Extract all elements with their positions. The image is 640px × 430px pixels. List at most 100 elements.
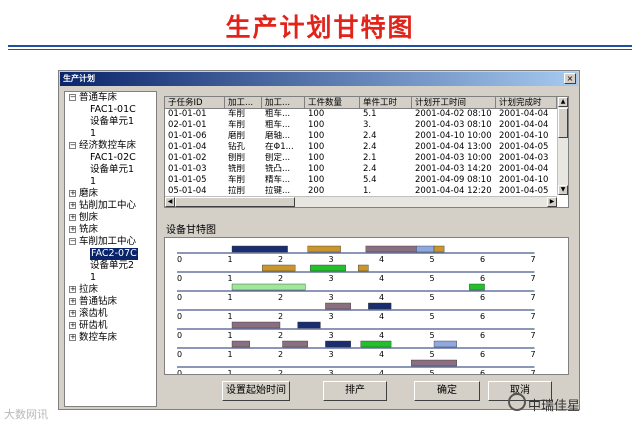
tree-item-label: 1 — [90, 128, 97, 139]
tree-item[interactable]: 1 — [65, 176, 156, 188]
scroll-up-arrow-icon[interactable]: ▲ — [558, 97, 568, 107]
column-header[interactable]: 单件工时 — [360, 97, 412, 109]
table-cell: 100 — [308, 153, 325, 163]
table-row[interactable]: 01-01-05 车削 精车... 100 5.4 2001-04-09 08:10 200… — [165, 175, 557, 186]
collapse-icon[interactable]: − — [69, 142, 76, 149]
expand-icon[interactable]: + — [69, 298, 76, 305]
tree-item[interactable]: FAC2-07C — [65, 248, 156, 260]
expand-icon[interactable]: + — [69, 334, 76, 341]
collapse-icon[interactable]: − — [69, 94, 76, 101]
gantt-task-bar[interactable] — [365, 245, 417, 253]
hscroll-thumb[interactable] — [175, 197, 295, 207]
table-row[interactable]: 01-01-01 车削 粗车... 100 5.1 2001-04-02 08:10 200… — [165, 109, 557, 120]
task-table[interactable]: 子任务ID 加工... 加工... 工件数量 单件工时 计划开工时间 计划完成时 01-01… — [164, 96, 569, 208]
table-row[interactable]: 02-01-01 车削 粗车... 100 3. 2001-04-03 08:10 2001… — [165, 120, 557, 131]
gantt-task-bar[interactable] — [282, 340, 308, 348]
tree-item[interactable]: 1 — [65, 272, 156, 284]
tree-item[interactable]: + 刨床 — [65, 212, 156, 224]
gantt-tick-label: 7 — [531, 293, 536, 302]
tree-item[interactable]: − 普通车床 — [65, 92, 156, 104]
tree-item[interactable]: + 滚齿机 — [65, 308, 156, 320]
gantt-tick-label: 5 — [430, 255, 435, 264]
column-header[interactable]: 计划开工时间 — [412, 97, 496, 109]
expand-icon[interactable]: + — [69, 226, 76, 233]
gantt-task-bar[interactable] — [297, 321, 321, 329]
gantt-task-bar[interactable] — [325, 302, 351, 310]
tree-item[interactable]: 设备单元1 — [65, 116, 156, 128]
vertical-scrollbar[interactable]: ▲ ▼ — [557, 97, 568, 195]
scroll-down-arrow-icon[interactable]: ▼ — [558, 185, 568, 195]
gantt-task-bar[interactable] — [310, 264, 346, 272]
scroll-right-arrow-icon[interactable]: ▶ — [547, 197, 557, 207]
set-start-time-button[interactable]: 设置起始时间 — [222, 381, 290, 401]
gantt-task-bar[interactable] — [325, 340, 351, 348]
gantt-task-bar[interactable] — [469, 283, 485, 291]
gantt-tick-label: 7 — [531, 331, 536, 340]
table-row[interactable]: 01-01-02 刨削 刨定... 100 2.1 2001-04-03 10:00 200… — [165, 153, 557, 164]
table-row[interactable]: 01-01-03 铣削 铣凸... 100 2.4 2001-04-03 14:20 200… — [165, 164, 557, 175]
horizontal-scrollbar[interactable]: ◀ ▶ — [165, 196, 557, 207]
gantt-tick-label: 4 — [379, 331, 384, 340]
table-cell: 刨定... — [265, 153, 291, 163]
schedule-button[interactable]: 排产 — [323, 381, 387, 401]
gantt-task-bar[interactable] — [433, 340, 457, 348]
table-cell: 2001-04-09 08:10 — [415, 175, 492, 185]
gantt-task-bar[interactable] — [231, 340, 250, 348]
column-header[interactable]: 子任务ID — [165, 97, 225, 109]
table-cell: 2001-04-05 — [499, 142, 549, 152]
expand-icon[interactable]: + — [69, 310, 76, 317]
table-cell: 车削 — [228, 120, 246, 130]
table-row[interactable]: 01-01-06 磨削 磨轴... 100 2.4 2001-04-10 10:00 200… — [165, 131, 557, 142]
scroll-thumb[interactable] — [558, 108, 568, 138]
tree-item[interactable]: FAC1-01C — [65, 104, 156, 116]
tree-item[interactable]: − 经济数控车床 — [65, 140, 156, 152]
gantt-tick-label: 4 — [379, 274, 384, 283]
ok-button[interactable]: 确定 — [414, 381, 480, 401]
column-header[interactable]: 加工... — [262, 97, 305, 109]
gantt-task-bar[interactable] — [307, 245, 341, 253]
gantt-tick-label: 5 — [430, 274, 435, 283]
tree-item[interactable]: 设备单元2 — [65, 260, 156, 272]
equipment-tree[interactable]: − 普通车床 FAC1-01C 设备单元1 1− 经济数控车床 FAC1-02C 设备单元1 1… — [64, 91, 157, 407]
window-titlebar[interactable]: 生产计划 × — [60, 72, 578, 86]
table-row[interactable]: 01-01-04 钻孔 在Φ1... 100 2.4 2001-04-04 13:00 20… — [165, 142, 557, 153]
tree-item[interactable]: + 普通钻床 — [65, 296, 156, 308]
gantt-task-bar[interactable] — [368, 302, 392, 310]
gantt-task-bar[interactable] — [231, 245, 288, 253]
gantt-tick-label: 2 — [278, 274, 283, 283]
table-cell: 2.1 — [363, 153, 377, 163]
tree-item[interactable]: + 研齿机 — [65, 320, 156, 332]
gantt-task-bar[interactable] — [231, 283, 306, 291]
collapse-icon[interactable]: − — [69, 238, 76, 245]
column-header[interactable]: 加工... — [225, 97, 262, 109]
tree-item[interactable]: + 拉床 — [65, 284, 156, 296]
column-header[interactable]: 工件数量 — [305, 97, 360, 109]
tree-item[interactable]: + 数控车床 — [65, 332, 156, 344]
close-button[interactable]: × — [564, 73, 576, 84]
expand-icon[interactable]: + — [69, 190, 76, 197]
expand-icon[interactable]: + — [69, 322, 76, 329]
expand-icon[interactable]: + — [69, 214, 76, 221]
gantt-task-bar[interactable] — [411, 359, 457, 367]
gantt-task-bar[interactable] — [360, 340, 392, 348]
gantt-task-bar[interactable] — [416, 245, 435, 253]
gantt-task-bar[interactable] — [262, 264, 296, 272]
column-header[interactable]: 计划完成时 — [496, 97, 557, 109]
tree-item[interactable]: − 车削加工中心 — [65, 236, 156, 248]
window-title: 生产计划 — [63, 74, 95, 83]
gantt-task-bar[interactable] — [231, 321, 281, 329]
gantt-task-bar[interactable] — [433, 245, 445, 253]
tree-item[interactable]: + 钻削加工中心 — [65, 200, 156, 212]
tree-item[interactable]: 1 — [65, 128, 156, 140]
tree-item[interactable]: + 磨床 — [65, 188, 156, 200]
tree-item-label: 普通车床 — [79, 92, 118, 103]
tree-item[interactable]: + 铣床 — [65, 224, 156, 236]
table-cell: 01-01-05 — [168, 175, 207, 185]
expand-icon[interactable]: + — [69, 286, 76, 293]
tree-item[interactable]: FAC1-02C — [65, 152, 156, 164]
scroll-left-arrow-icon[interactable]: ◀ — [165, 197, 175, 207]
gantt-tick-label: 5 — [430, 312, 435, 321]
gantt-task-bar[interactable] — [358, 264, 369, 272]
expand-icon[interactable]: + — [69, 202, 76, 209]
tree-item[interactable]: 设备单元1 — [65, 164, 156, 176]
